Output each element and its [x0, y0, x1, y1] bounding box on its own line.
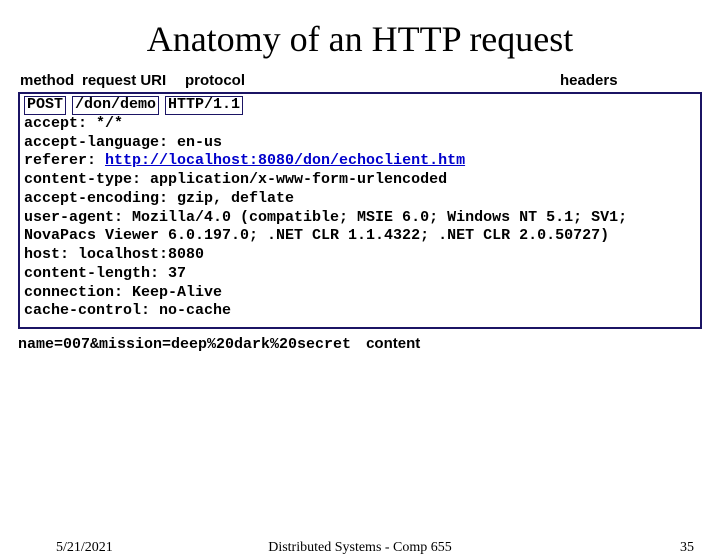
uri-box: /don/demo — [72, 96, 159, 115]
header-host: host: localhost:8080 — [24, 246, 696, 265]
request-line: POST/don/demo HTTP/1.1 — [24, 96, 696, 115]
label-content: content — [366, 335, 420, 352]
header-accept: accept: */* — [24, 115, 696, 134]
header-connection: connection: Keep-Alive — [24, 284, 696, 303]
request-body: name=007&mission=deep%20dark%20secret — [18, 336, 351, 353]
label-uri: request URI — [82, 72, 166, 89]
protocol-box: HTTP/1.1 — [165, 96, 243, 115]
header-accept-encoding: accept-encoding: gzip, deflate — [24, 190, 696, 209]
body-row: name=007&mission=deep%20dark%20secret co… — [18, 335, 702, 353]
header-referer-url[interactable]: http://localhost:8080/don/echoclient.htm — [105, 152, 465, 169]
label-method: method — [20, 72, 74, 89]
footer-page-number: 35 — [680, 540, 694, 556]
header-cache-control: cache-control: no-cache — [24, 302, 696, 321]
header-referer-key: referer: — [24, 152, 105, 169]
label-protocol: protocol — [185, 72, 245, 89]
footer-course: Distributed Systems - Comp 655 — [0, 540, 720, 556]
header-referer: referer: http://localhost:8080/don/echoc… — [24, 152, 696, 171]
label-headers: headers — [560, 72, 618, 89]
annotation-labels: method request URI protocol headers — [20, 72, 720, 92]
headers-box: POST/don/demo HTTP/1.1 accept: */* accept… — [18, 92, 702, 329]
header-accept-language: accept-language: en-us — [24, 134, 696, 153]
slide-title: Anatomy of an HTTP request — [0, 18, 720, 60]
header-content-length: content-length: 37 — [24, 265, 696, 284]
method-box: POST — [24, 96, 66, 115]
header-content-type: content-type: application/x-www-form-url… — [24, 171, 696, 190]
header-user-agent: user-agent: Mozilla/4.0 (compatible; MSI… — [24, 209, 696, 247]
